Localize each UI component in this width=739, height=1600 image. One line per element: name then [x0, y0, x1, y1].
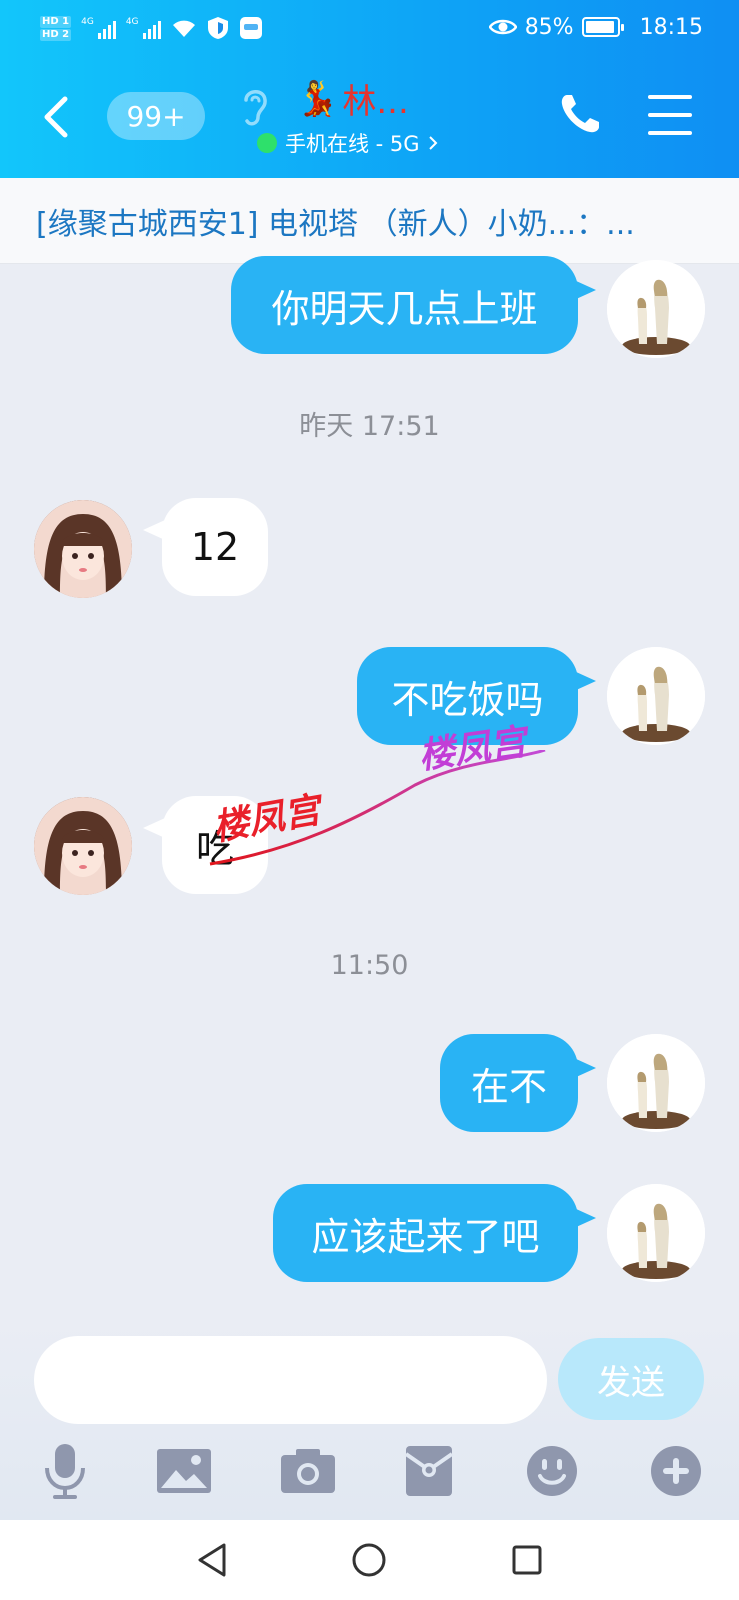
shield-icon [207, 17, 228, 39]
group-notice-banner[interactable]: [缘聚古城西安1] 电视塔 （新人）小奶...：... [0, 178, 739, 264]
timestamp: 11:50 [330, 950, 409, 981]
message-input[interactable] [34, 1336, 547, 1424]
plus-icon [651, 1446, 701, 1496]
app-notification-icon [239, 17, 262, 39]
nav-recents-button[interactable] [505, 1538, 549, 1582]
my-avatar[interactable] [607, 260, 705, 358]
clock: 18:15 [639, 14, 703, 40]
send-button[interactable]: 发送 [558, 1338, 704, 1420]
my-avatar[interactable] [607, 1184, 705, 1282]
chevron-right-icon [428, 136, 437, 150]
message-bubble-sent[interactable]: 你明天几点上班 [231, 256, 578, 354]
wifi-icon [172, 20, 195, 37]
system-nav-bar [0, 1520, 739, 1600]
circle-home-icon [352, 1543, 386, 1577]
mushroom-avatar-icon [607, 260, 705, 358]
voice-button[interactable] [34, 1440, 96, 1502]
unread-count-badge[interactable]: 99+ [107, 92, 205, 140]
online-dot-icon [257, 133, 277, 153]
nav-back-button[interactable] [190, 1538, 234, 1582]
menu-button[interactable] [648, 95, 692, 135]
call-button[interactable] [558, 92, 602, 140]
contact-avatar[interactable] [34, 500, 132, 598]
red-packet-icon [404, 1446, 454, 1496]
compose-area: 发送 [0, 1320, 739, 1520]
microphone-icon [45, 1444, 85, 1499]
ear-icon[interactable] [238, 84, 270, 132]
girl-avatar-icon [34, 500, 132, 598]
status-bar-left: HD 1 HD 2 4G 4G [40, 8, 263, 48]
mushroom-avatar-icon [607, 1034, 705, 1132]
eye-icon [488, 19, 517, 35]
online-status-text: 手机在线 - 5G [285, 132, 420, 156]
image-button[interactable] [153, 1440, 215, 1502]
back-button[interactable] [36, 92, 76, 142]
my-avatar[interactable] [607, 1034, 705, 1132]
online-status[interactable]: 手机在线 - 5G [257, 128, 438, 158]
emoji-button[interactable] [521, 1440, 583, 1502]
message-bubble-sent[interactable]: 在不 [440, 1034, 578, 1132]
image-icon [157, 1449, 211, 1493]
camera-button[interactable] [277, 1440, 339, 1502]
message-bubble-received[interactable]: 12 [162, 498, 268, 596]
message-bubble-sent[interactable]: 应该起来了吧 [273, 1184, 578, 1282]
signal-icon-2: 4G [126, 17, 161, 39]
square-recents-icon [512, 1545, 542, 1575]
hd-indicator: HD 1 HD 2 [40, 15, 72, 41]
mushroom-avatar-icon [607, 1184, 705, 1282]
more-button[interactable] [645, 1440, 707, 1502]
battery-percent: 85% [524, 14, 574, 40]
battery-icon [581, 17, 624, 37]
my-avatar[interactable] [607, 647, 705, 745]
contact-title[interactable]: 💃 林... [296, 74, 409, 123]
triangle-back-icon [198, 1543, 226, 1577]
emoji-icon [527, 1446, 577, 1496]
contact-name: 林... [342, 82, 409, 122]
phone-icon [561, 95, 599, 133]
chat-header: HD 1 HD 2 4G 4G 85% 18:15 99+ 💃 林... 手机在线… [0, 0, 739, 178]
chevron-left-icon [44, 96, 68, 138]
dancer-emoji-icon: 💃 [296, 78, 339, 119]
contact-avatar[interactable] [34, 797, 132, 895]
nav-home-button[interactable] [347, 1538, 391, 1582]
signal-icon: 4G [81, 17, 116, 39]
status-bar-right: 85% 18:15 [488, 10, 703, 44]
mushroom-avatar-icon [607, 647, 705, 745]
girl-avatar-icon [34, 797, 132, 895]
timestamp: 昨天 17:51 [299, 411, 440, 442]
menu-icon [648, 95, 692, 99]
camera-icon [281, 1449, 335, 1493]
red-packet-button[interactable] [398, 1440, 460, 1502]
